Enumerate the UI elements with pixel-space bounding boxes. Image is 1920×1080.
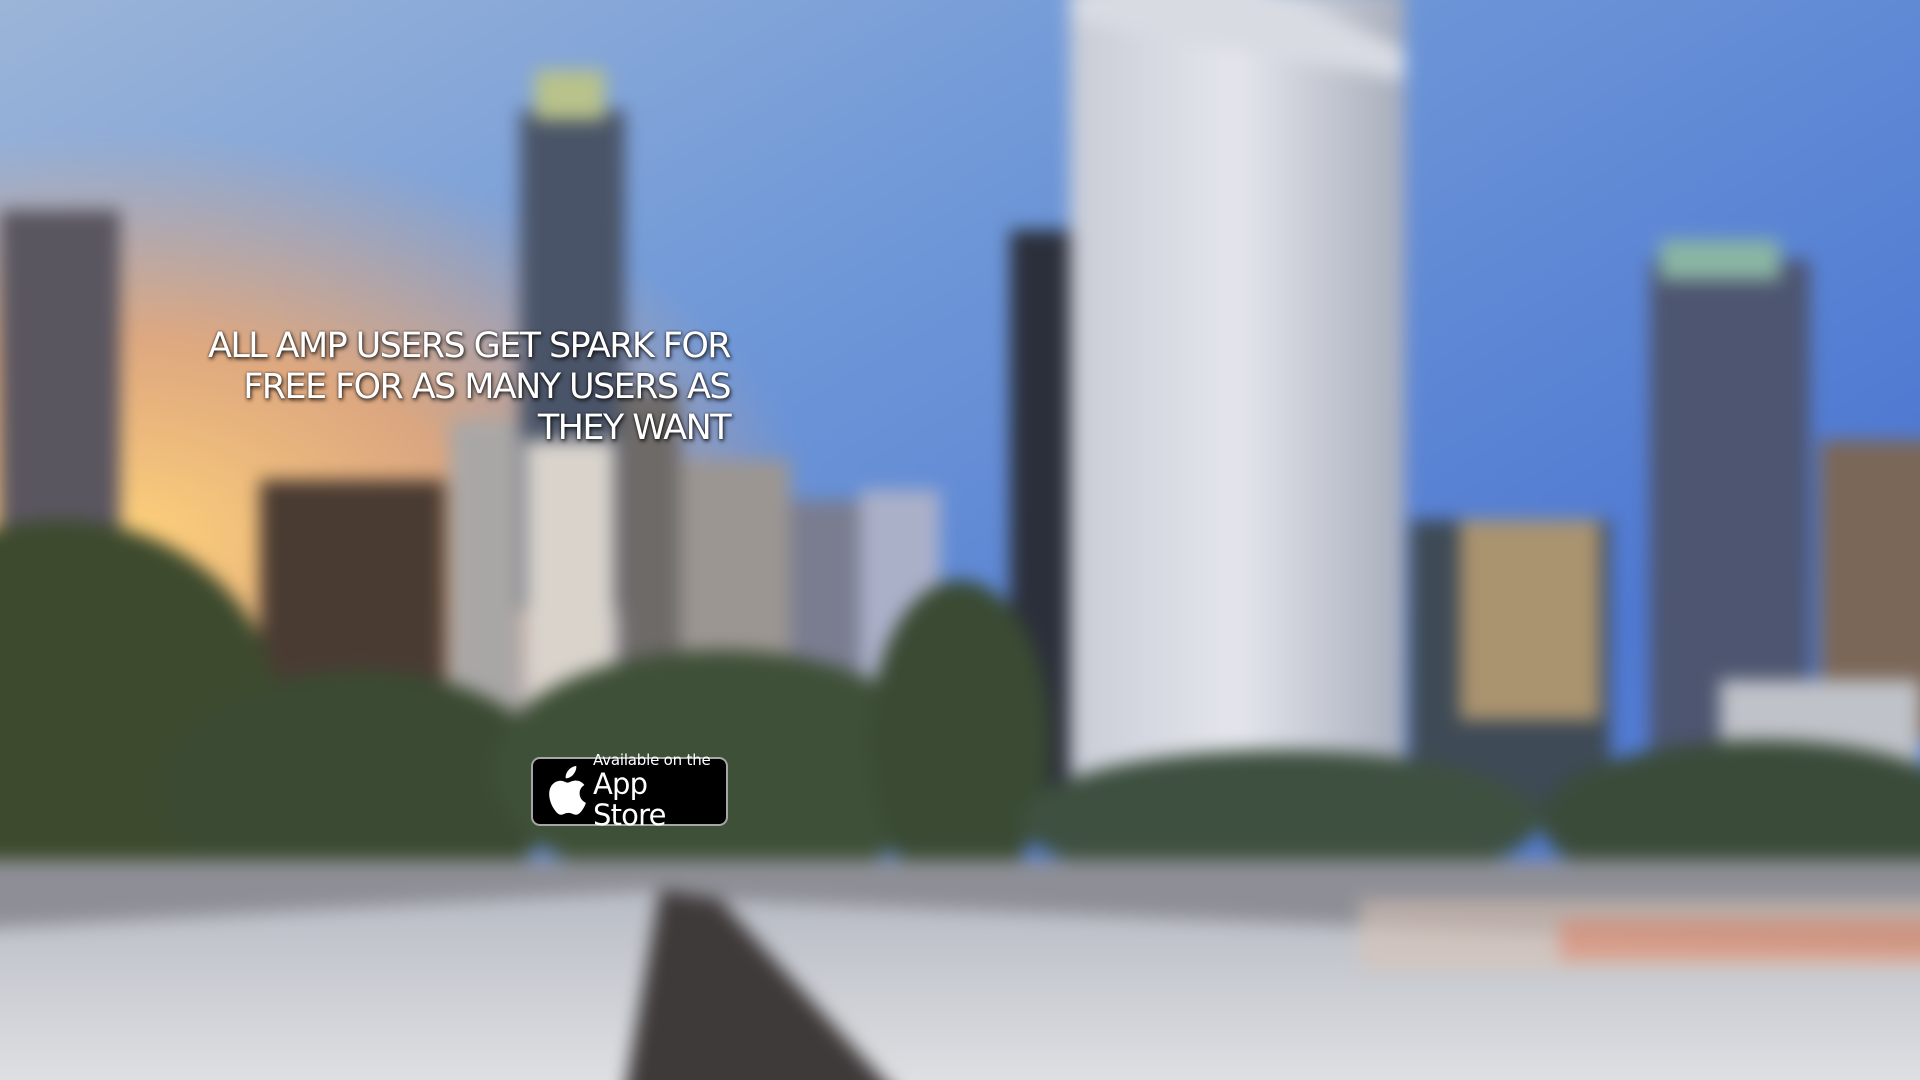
landing-page: ALL AMP USERS GET SPARK FOR FREE FOR AS … (0, 0, 1920, 1080)
headline-line-2: FREE FOR AS MANY USERS AS (243, 367, 731, 407)
app-store-text: Available on the App Store (593, 752, 726, 831)
headline-line-3: THEY WANT (537, 408, 732, 448)
apple-icon (543, 765, 587, 818)
headline: ALL AMP USERS GET SPARK FOR FREE FOR AS … (140, 326, 732, 449)
app-store-button[interactable]: Available on the App Store (531, 752, 728, 831)
headline-line-1: ALL AMP USERS GET SPARK FOR (207, 326, 732, 366)
background-image (0, 0, 1920, 1080)
app-store-large-text: App Store (593, 767, 666, 832)
